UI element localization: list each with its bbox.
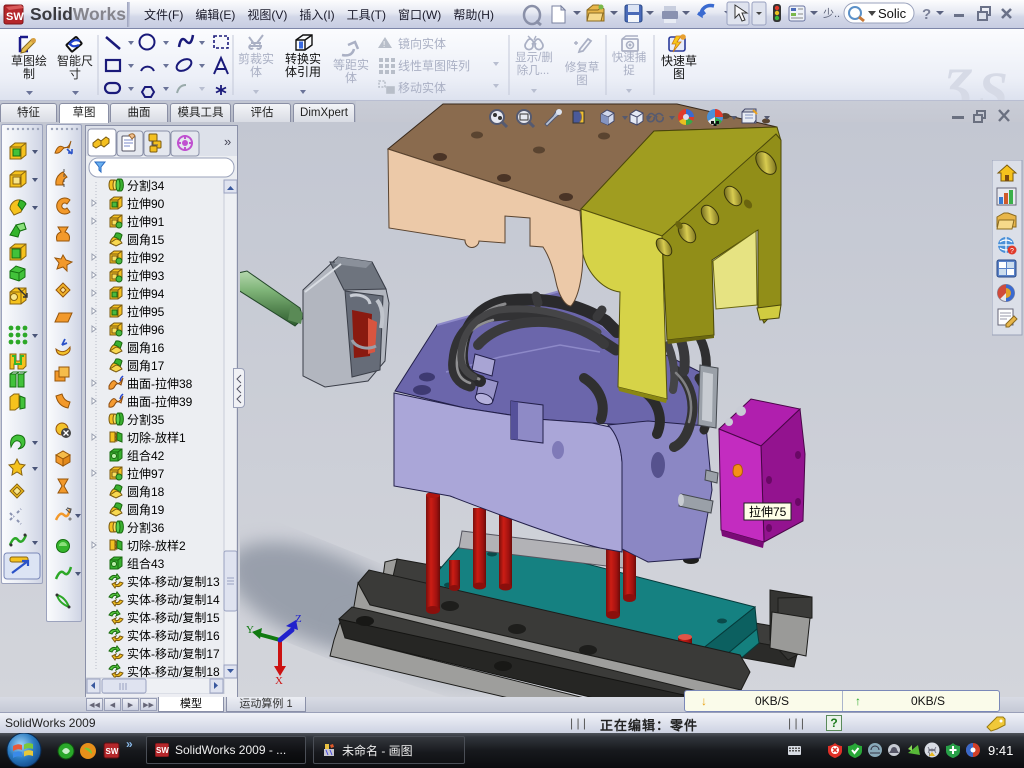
svg-text:图: 图 [576, 74, 588, 87]
svg-text:快速草: 快速草 [661, 54, 697, 68]
svg-text:寸: 寸 [69, 67, 81, 81]
svg-text:拉伸94: 拉伸94 [127, 286, 165, 301]
svg-text:Y: Y [246, 624, 254, 636]
svg-text:实体-移动/复制15: 实体-移动/复制15 [127, 610, 220, 625]
svg-text:捉: 捉 [623, 63, 635, 77]
svg-text:圆角17: 圆角17 [127, 359, 165, 373]
svg-text:转换实: 转换实 [285, 51, 321, 66]
svg-text:实体-移动/复制14: 实体-移动/复制14 [127, 592, 220, 607]
svg-text:组合42: 组合42 [127, 448, 165, 463]
svg-text:拉伸93: 拉伸93 [127, 268, 165, 283]
svg-text:实体-移动/复制13: 实体-移动/复制13 [127, 574, 220, 589]
svg-text:草图绘: 草图绘 [11, 53, 47, 68]
svg-text:Ʒ: Ʒ [939, 57, 973, 100]
svg-text:拉伸95: 拉伸95 [127, 304, 165, 319]
svg-text:切除-放样1: 切除-放样1 [127, 430, 186, 445]
svg-text:拉伸75: 拉伸75 [749, 504, 787, 519]
svg-text:实体-移动/复制17: 实体-移动/复制17 [127, 646, 220, 661]
svg-text:Z: Z [295, 613, 302, 625]
svg-text:剪裁实: 剪裁实 [238, 51, 274, 66]
svg-text:!: ! [383, 40, 385, 49]
svg-text:实体-移动/复制16: 实体-移动/复制16 [127, 628, 220, 643]
svg-text:拉伸92: 拉伸92 [127, 250, 165, 265]
svg-text:分割35: 分割35 [127, 412, 165, 427]
svg-text:图: 图 [673, 67, 685, 81]
svg-text:拉伸97: 拉伸97 [127, 466, 165, 481]
svg-text:分割36: 分割36 [127, 520, 165, 535]
svg-text:»: » [126, 737, 133, 751]
svg-text:SW: SW [106, 747, 119, 756]
svg-text:制: 制 [23, 67, 35, 81]
svg-text:SW: SW [156, 746, 169, 755]
svg-text:拉伸96: 拉伸96 [127, 322, 165, 337]
svg-text:圆角19: 圆角19 [127, 503, 165, 517]
svg-text:移动实体: 移动实体 [398, 80, 446, 95]
svg-text:体引用: 体引用 [285, 65, 321, 79]
svg-text:曲面-拉伸39: 曲面-拉伸39 [127, 394, 193, 409]
svg-text:切除-放样2: 切除-放样2 [127, 538, 186, 553]
svg-text:SW: SW [6, 11, 24, 23]
svg-text:?: ? [922, 6, 931, 23]
svg-text:拉伸91: 拉伸91 [127, 214, 165, 229]
svg-text:修复草: 修复草 [565, 60, 600, 74]
svg-text:体: 体 [250, 65, 262, 79]
svg-text:圆角16: 圆角16 [127, 341, 165, 355]
svg-text:体: 体 [345, 71, 357, 85]
svg-text:显示/删: 显示/删 [515, 51, 553, 64]
svg-text:线性草图阵列: 线性草图阵列 [398, 59, 470, 73]
svg-text:?: ? [1010, 248, 1014, 255]
svg-text:圆角15: 圆角15 [127, 233, 165, 247]
svg-text:快速捕: 快速捕 [612, 50, 647, 64]
svg-text:X: X [275, 675, 283, 687]
svg-text:9:41: 9:41 [988, 743, 1013, 758]
svg-text:圆角18: 圆角18 [127, 485, 165, 499]
svg-text:分割34: 分割34 [127, 178, 165, 193]
svg-text:曲面-拉伸38: 曲面-拉伸38 [127, 376, 193, 391]
svg-text:智能尺: 智能尺 [57, 53, 93, 68]
svg-text:Solic: Solic [878, 6, 907, 21]
svg-text:除几...: 除几... [517, 63, 550, 77]
svg-text:实体-移动/复制18: 实体-移动/复制18 [127, 664, 220, 679]
svg-text:镜向实体: 镜向实体 [398, 36, 446, 51]
svg-text:组合43: 组合43 [127, 556, 165, 571]
svg-text:»: » [224, 134, 231, 149]
svg-text:拉伸90: 拉伸90 [127, 196, 165, 211]
svg-text:等距实: 等距实 [333, 57, 369, 72]
svg-text:S: S [978, 61, 1008, 100]
svg-text:少..: 少.. [823, 7, 840, 20]
